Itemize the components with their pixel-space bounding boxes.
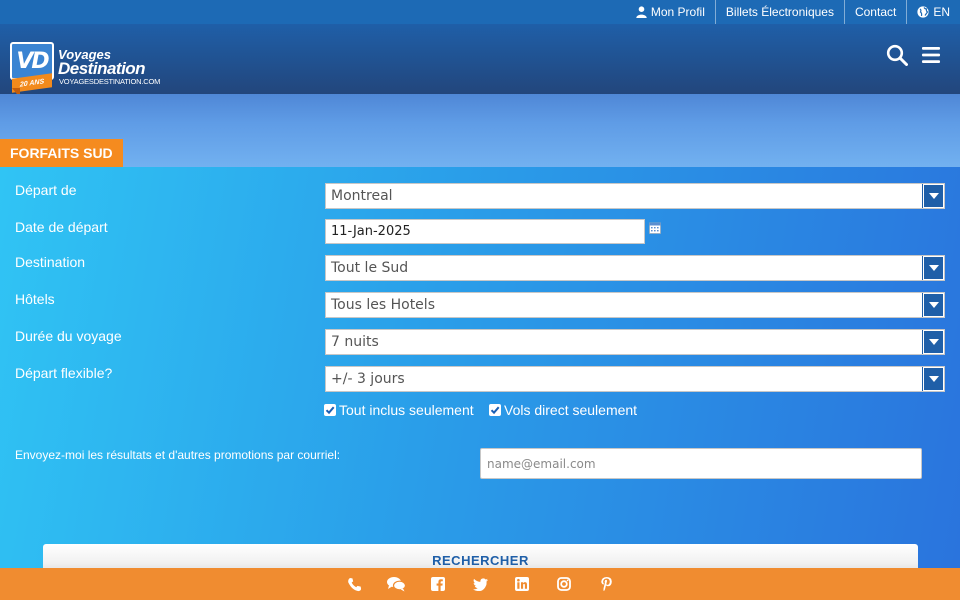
top-utility-bar: Mon Profil Billets Électroniques Contact… xyxy=(0,0,960,24)
departure-date-input[interactable]: 11-Jan-2025 xyxy=(325,219,645,244)
all-inclusive-label: Tout inclus seulement xyxy=(339,402,474,418)
language-label: EN xyxy=(933,5,950,19)
email-opt-in-label: Envoyez-moi les résultats et d'autres pr… xyxy=(15,448,341,462)
chevron-down-icon[interactable] xyxy=(922,256,944,280)
social-footer-bar xyxy=(0,568,960,600)
e-tickets-label: Billets Électroniques xyxy=(725,5,834,19)
contact-link[interactable]: Contact xyxy=(843,0,906,24)
direct-flights-checkbox[interactable]: Vols direct seulement xyxy=(489,402,637,418)
destination-select[interactable]: Tout le Sud xyxy=(325,255,945,281)
duration-select[interactable]: 7 nuits xyxy=(325,329,945,355)
facebook-icon[interactable] xyxy=(417,568,459,600)
hotels-value: Tous les Hotels xyxy=(331,297,435,313)
chevron-down-icon[interactable] xyxy=(922,293,944,317)
globe-icon xyxy=(917,6,929,18)
duration-label: Durée du voyage xyxy=(15,328,122,344)
my-profile-link[interactable]: Mon Profil xyxy=(626,0,715,24)
destination-label: Destination xyxy=(15,254,86,270)
hamburger-menu-icon[interactable] xyxy=(921,46,941,64)
departure-label: Départ de xyxy=(15,182,77,198)
calendar-icon[interactable] xyxy=(649,222,661,234)
duration-value: 7 nuits xyxy=(331,334,379,350)
logo-url: VOYAGESDESTINATION.COM xyxy=(59,77,161,86)
linkedin-icon[interactable] xyxy=(501,568,543,600)
email-field[interactable]: name@email.com xyxy=(480,448,922,479)
site-header: VD 20 ANS Voyages Destination VOYAGESDES… xyxy=(0,24,960,98)
twitter-icon[interactable] xyxy=(459,568,501,600)
hero-sky-banner xyxy=(0,94,960,167)
chat-icon[interactable] xyxy=(375,568,417,600)
flexible-departure-label: Départ flexible? xyxy=(15,365,113,381)
chevron-down-icon[interactable] xyxy=(922,367,944,391)
departure-value: Montreal xyxy=(331,188,393,204)
email-placeholder: name@email.com xyxy=(487,456,596,471)
search-icon[interactable] xyxy=(886,44,908,66)
instagram-icon[interactable] xyxy=(543,568,585,600)
user-icon xyxy=(636,6,647,18)
contact-label: Contact xyxy=(854,5,897,19)
my-profile-label: Mon Profil xyxy=(650,5,705,19)
hotels-label: Hôtels xyxy=(15,291,55,307)
chevron-down-icon[interactable] xyxy=(922,184,944,208)
hotels-select[interactable]: Tous les Hotels xyxy=(325,292,945,318)
flexible-departure-value: +/- 3 jours xyxy=(331,371,405,387)
departure-date-value: 11-Jan-2025 xyxy=(331,224,411,239)
checkbox-checked-icon[interactable] xyxy=(489,404,501,416)
logo-name-line2: Destination xyxy=(58,59,146,78)
tab-forfaits-sud[interactable]: FORFAITS SUD xyxy=(0,139,123,167)
chevron-down-icon[interactable] xyxy=(922,330,944,354)
phone-icon[interactable] xyxy=(333,568,375,600)
departure-select[interactable]: Montreal xyxy=(325,183,945,209)
e-tickets-link[interactable]: Billets Électroniques xyxy=(714,0,844,24)
all-inclusive-checkbox[interactable]: Tout inclus seulement xyxy=(324,402,474,418)
language-link[interactable]: EN xyxy=(906,0,960,24)
pinterest-icon[interactable] xyxy=(585,568,627,600)
departure-date-label: Date de départ xyxy=(15,219,108,235)
direct-flights-label: Vols direct seulement xyxy=(504,402,638,418)
destination-value: Tout le Sud xyxy=(331,260,409,276)
flexible-departure-select[interactable]: +/- 3 jours xyxy=(325,366,945,392)
checkbox-checked-icon[interactable] xyxy=(324,404,336,416)
